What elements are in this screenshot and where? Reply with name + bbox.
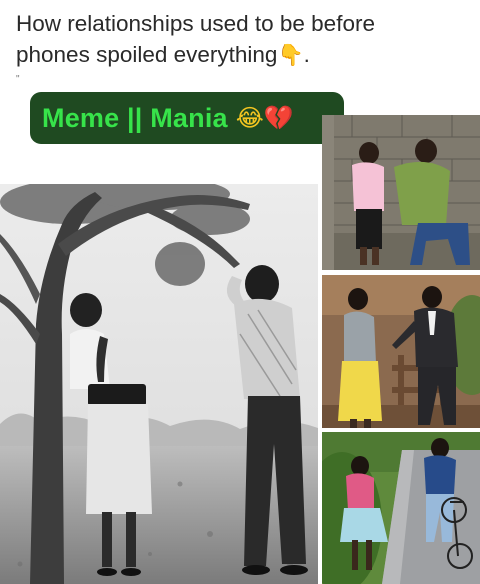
badge-label: Meme || Mania <box>42 102 228 133</box>
pointing-down-icon: 👇 <box>277 43 304 67</box>
caption-period: . <box>303 42 310 67</box>
photo-bottom-right <box>322 432 480 584</box>
laughing-face-icon: 😂 <box>235 104 264 132</box>
caption-line-1: How relationships used to be before <box>16 11 375 36</box>
photo-main-bw <box>0 184 318 584</box>
broken-heart-icon: 💔 <box>263 104 294 132</box>
photo-top-right <box>322 115 480 270</box>
post-caption: How relationships used to be before phon… <box>16 8 456 71</box>
caption-quote-mark: " <box>16 74 21 85</box>
photo-mid-right <box>322 275 480 428</box>
badge-emojis: 😂💔 <box>236 104 294 132</box>
caption-line-2-text: phones spoiled everything <box>16 42 278 67</box>
caption-line-2: phones spoiled everything👇. <box>16 39 456 71</box>
meme-mania-badge: Meme || Mania 😂💔 <box>30 92 344 144</box>
